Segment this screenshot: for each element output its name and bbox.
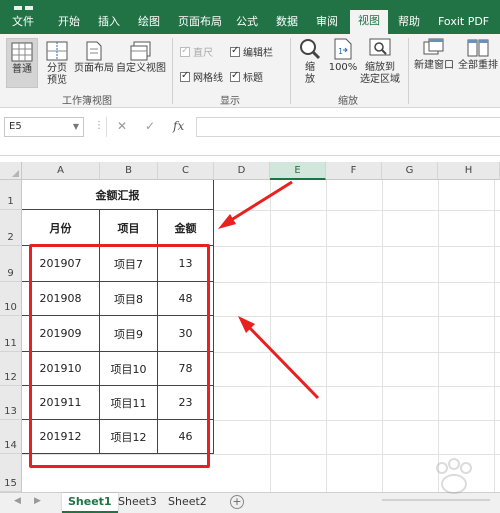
page-layout-view-button[interactable]: 页面布局 [74, 38, 114, 88]
arrange-all-label: 全部重排 [458, 60, 498, 71]
menu-view[interactable]: 视图 [350, 10, 388, 34]
custom-views-button[interactable]: 自定义视图 [116, 38, 166, 88]
normal-view-label: 普通 [12, 64, 32, 75]
workbook-views-group-label: 工作簿视图 [62, 96, 112, 107]
menu-review[interactable]: 审阅 [316, 13, 338, 31]
formula-buttons: ✕ ✓ fx [106, 117, 194, 137]
zoom-to-selection-icon [369, 38, 391, 56]
formula-bar-checkbox[interactable]: 编辑栏 [230, 44, 273, 59]
menu-help[interactable]: 帮助 [398, 13, 420, 31]
formula-bar: E5 ▼ ⋮ ✕ ✓ fx [0, 108, 500, 156]
new-window-label: 新建窗口 [414, 60, 454, 71]
show-group-label: 显示 [220, 96, 240, 107]
menu-formulas[interactable]: 公式 [236, 13, 258, 31]
chevron-down-icon[interactable]: ▼ [73, 118, 79, 136]
scroll-left-icon[interactable]: ◀ [14, 496, 21, 506]
gridlines-label: 网格线 [193, 73, 223, 84]
menu-data[interactable]: 数据 [276, 13, 298, 31]
page-break-preview-icon [46, 41, 68, 61]
menu-file[interactable]: 文件 [12, 13, 34, 31]
normal-view-button[interactable]: 普通 [6, 38, 38, 88]
group-separator [408, 38, 409, 104]
group-separator [290, 38, 291, 104]
page-layout-icon [86, 41, 102, 61]
arrow-icon [238, 316, 320, 400]
menu-draw[interactable]: 绘图 [138, 13, 160, 31]
menu-page-layout[interactable]: 页面布局 [178, 13, 222, 31]
zoom-100-label: 100% [328, 62, 358, 73]
new-window-button[interactable]: 新建窗口 [412, 38, 456, 78]
page-break-preview-button[interactable]: 分页 预览 [42, 38, 72, 88]
group-separator [172, 38, 173, 104]
scroll-right-icon[interactable]: ▶ [34, 496, 41, 506]
arrange-all-icon [467, 39, 489, 57]
quick-access-toolbar[interactable] [14, 0, 44, 10]
menu-foxit-pdf[interactable]: Foxit PDF [438, 13, 489, 31]
annotation-arrows [218, 180, 320, 400]
page-break-label-1: 分页 [47, 63, 67, 74]
magnifier-icon [300, 39, 321, 60]
zoom-group-label: 缩放 [338, 96, 358, 107]
zoom-100-button[interactable]: 1 100% [326, 38, 360, 90]
svg-text:1: 1 [338, 47, 343, 56]
gridlines-checkbox[interactable]: 网格线 [180, 69, 223, 84]
name-box-value: E5 [9, 121, 22, 132]
worksheet-grid[interactable]: A B C D E F G H 1 2 9 10 11 12 13 14 15 … [0, 156, 500, 492]
menu-home[interactable]: 开始 [58, 13, 80, 31]
ribbon: 普通 分页 预览 页面布局 自定义视图 工作簿视图 直尺 编辑栏 网格线 标题 … [0, 34, 500, 108]
more-icon[interactable]: ⋮ [94, 120, 104, 131]
arrow-icon [218, 180, 293, 229]
menu-bar: 文件 开始 插入 绘图 页面布局 公式 数据 审阅 视图 帮助 Foxit PD… [0, 0, 500, 34]
formula-input[interactable] [196, 117, 500, 137]
name-box[interactable]: E5 ▼ [4, 117, 84, 137]
fx-icon[interactable]: fx [173, 119, 184, 133]
sheet-tab-sheet3[interactable]: Sheet3 [112, 493, 163, 513]
zoom-label-1: 缩 [305, 62, 315, 73]
ruler-checkbox: 直尺 [180, 44, 213, 59]
normal-view-icon [11, 42, 33, 62]
cancel-icon[interactable]: ✕ [117, 119, 127, 133]
add-sheet-button[interactable]: + [230, 495, 244, 509]
new-window-icon [423, 38, 444, 55]
zoom-to-selection-button[interactable]: 缩放到 选定区域 [360, 38, 400, 90]
arrange-all-button[interactable]: 全部重排 [456, 38, 500, 78]
headings-checkbox[interactable]: 标题 [230, 69, 263, 84]
zoom-selection-label-2: 选定区域 [360, 74, 400, 85]
zoom-button[interactable]: 缩 放 [296, 38, 324, 90]
zoom-label-2: 放 [305, 74, 315, 85]
custom-views-label: 自定义视图 [116, 63, 166, 74]
zoom-selection-label-1: 缩放到 [365, 62, 395, 73]
custom-views-icon [130, 41, 151, 61]
formula-bar-label: 编辑栏 [243, 48, 273, 59]
ruler-label: 直尺 [193, 48, 213, 59]
page-break-label-2: 预览 [47, 75, 67, 86]
zoom-100-icon: 1 [334, 38, 352, 60]
enter-icon[interactable]: ✓ [145, 119, 155, 133]
baidu-jingyan-watermark [382, 458, 490, 501]
menu-insert[interactable]: 插入 [98, 13, 120, 31]
headings-label: 标题 [243, 73, 263, 84]
page-layout-label: 页面布局 [74, 63, 114, 74]
sheet-tab-sheet1[interactable]: Sheet1 [62, 493, 118, 513]
sheet-tab-sheet2[interactable]: Sheet2 [162, 493, 213, 513]
